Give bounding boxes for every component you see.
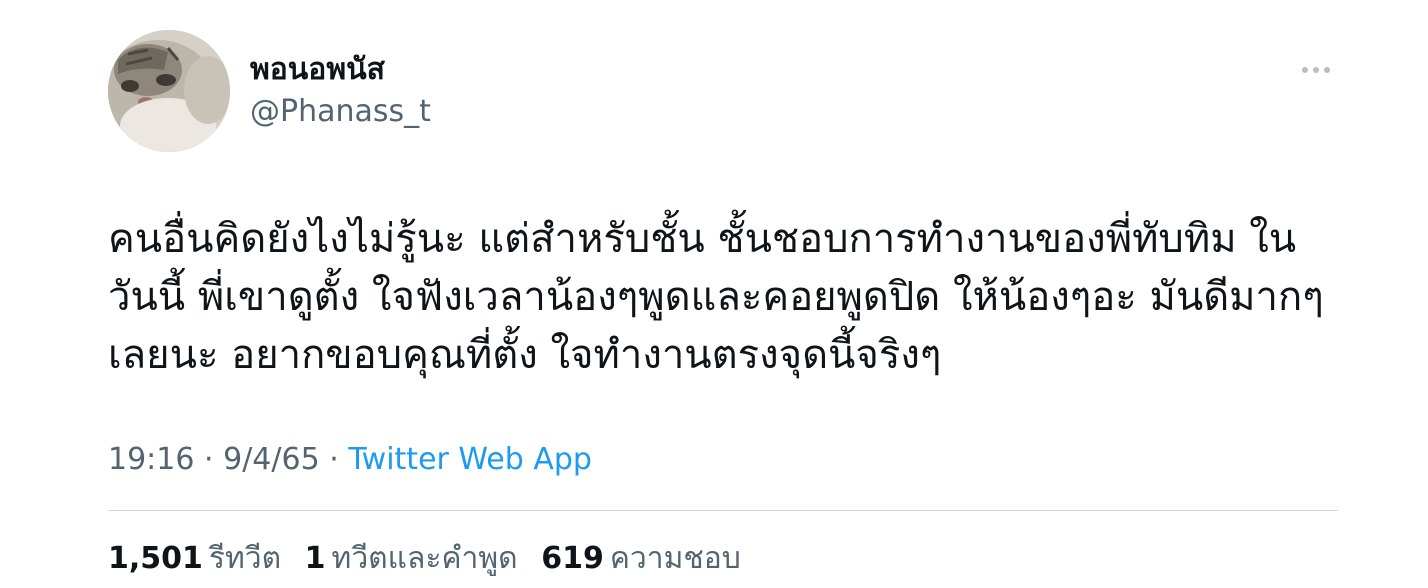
tweet-card: พอนอพนัส @Phanass_t คนอื่นคิดยังไงไม่รู้… <box>108 28 1338 588</box>
tweet-meta: 19:16 · 9/4/65 · Twitter Web App <box>108 440 592 480</box>
retweets-label: รีทวีต <box>208 541 282 576</box>
retweets-stat[interactable]: 1,501 รีทวีต <box>108 538 281 580</box>
likes-stat[interactable]: 619 ความชอบ <box>541 538 741 580</box>
quote-tweets-stat[interactable]: 1 ทวีตและคำพูด <box>305 538 518 580</box>
tweet-source-link[interactable]: Twitter Web App <box>348 442 592 477</box>
divider <box>108 510 1338 511</box>
avatar[interactable] <box>108 30 230 152</box>
tweet-text: คนอื่นคิดยังไงไม่รู้นะ แต่สำหรับชั้น ชั้… <box>108 216 1324 378</box>
tweet-stats: 1,501 รีทวีต 1 ทวีตและคำพูด 619 ความชอบ <box>108 538 755 580</box>
more-horizontal-icon <box>1302 67 1330 73</box>
cat-avatar-image <box>108 30 230 152</box>
likes-label: ความชอบ <box>609 541 741 576</box>
more-options-button[interactable] <box>1296 54 1336 86</box>
quotes-count: 1 <box>304 541 326 576</box>
tweet-header: พอนอพนัส @Phanass_t <box>108 28 1338 154</box>
tweet-time[interactable]: 19:16 <box>108 442 194 477</box>
retweets-count: 1,501 <box>108 541 203 576</box>
tweet-date[interactable]: 9/4/65 <box>223 442 320 477</box>
display-name[interactable]: พอนอพนัส <box>250 50 385 90</box>
likes-count: 619 <box>541 541 604 576</box>
meta-separator: · <box>329 442 339 477</box>
quotes-label: ทวีตและคำพูด <box>331 541 518 576</box>
meta-separator: · <box>204 442 214 477</box>
user-handle[interactable]: @Phanass_t <box>250 92 431 132</box>
